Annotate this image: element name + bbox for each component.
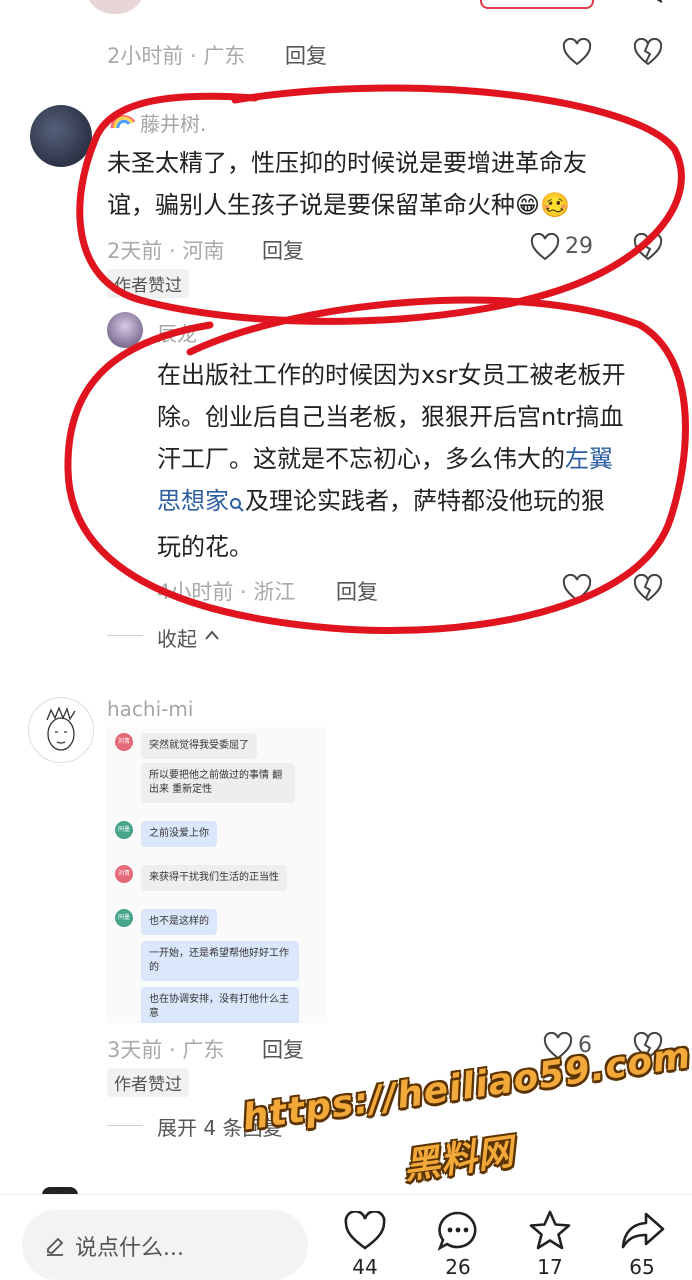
chat-avatar: 刘青 [115, 733, 133, 751]
watermark-url: https://heiliao59.com [240, 1035, 692, 1139]
author-liked-badge: 作者赞过 [107, 1068, 189, 1097]
share-icon[interactable] [620, 1211, 666, 1251]
chat-bubble: 来获得干扰我们生活的正当性 [141, 865, 287, 891]
avatar[interactable] [28, 697, 94, 763]
chat-bubble: 所以要把他之前做过的事情 翻出来 重新定性 [141, 763, 295, 803]
chat-avatar: 刘青 [115, 865, 133, 883]
comment-total: 26 [445, 1255, 471, 1279]
pencil-icon [44, 1235, 66, 1257]
watermark-label: 黑料网 [401, 1131, 517, 1188]
chat-avatar: 同墨 [115, 821, 133, 839]
favorite-total: 17 [537, 1255, 563, 1279]
star-icon[interactable] [528, 1209, 572, 1251]
expand-divider [107, 1125, 143, 1126]
bottom-bar: 说点什么... 44 26 17 65 [0, 1195, 692, 1280]
reply-button[interactable]: 回复 [262, 1034, 304, 1064]
chat-bubble: 之前没爱上你 [141, 821, 217, 847]
comment-meta: 3天前 · 广东 [107, 1038, 225, 1062]
comment-button[interactable] [437, 1210, 479, 1252]
like-button[interactable] [343, 1211, 387, 1251]
like-total: 44 [352, 1255, 378, 1279]
chat-avatar: 同墨 [115, 909, 133, 927]
chat-bubble: 也不是这样的 [141, 909, 217, 935]
red-annotation-ellipses [64, 84, 689, 635]
chat-bubble: 突然就觉得我受委屈了 [141, 733, 257, 759]
username[interactable]: hachi-mi [107, 697, 193, 721]
share-total: 65 [629, 1255, 655, 1279]
chat-screenshot-image[interactable]: 刘青 突然就觉得我受委屈了 所以要把他之前做过的事情 翻出来 重新定性 同墨 之… [107, 727, 327, 1023]
chat-bubble: 也在协调安排，没有打他什么主意 [141, 987, 299, 1023]
comment-input[interactable]: 说点什么... [22, 1210, 308, 1280]
chat-bubble: 一开始，还是希望帮他好好工作的 [141, 941, 299, 981]
comment-input-placeholder: 说点什么... [75, 1236, 184, 1261]
